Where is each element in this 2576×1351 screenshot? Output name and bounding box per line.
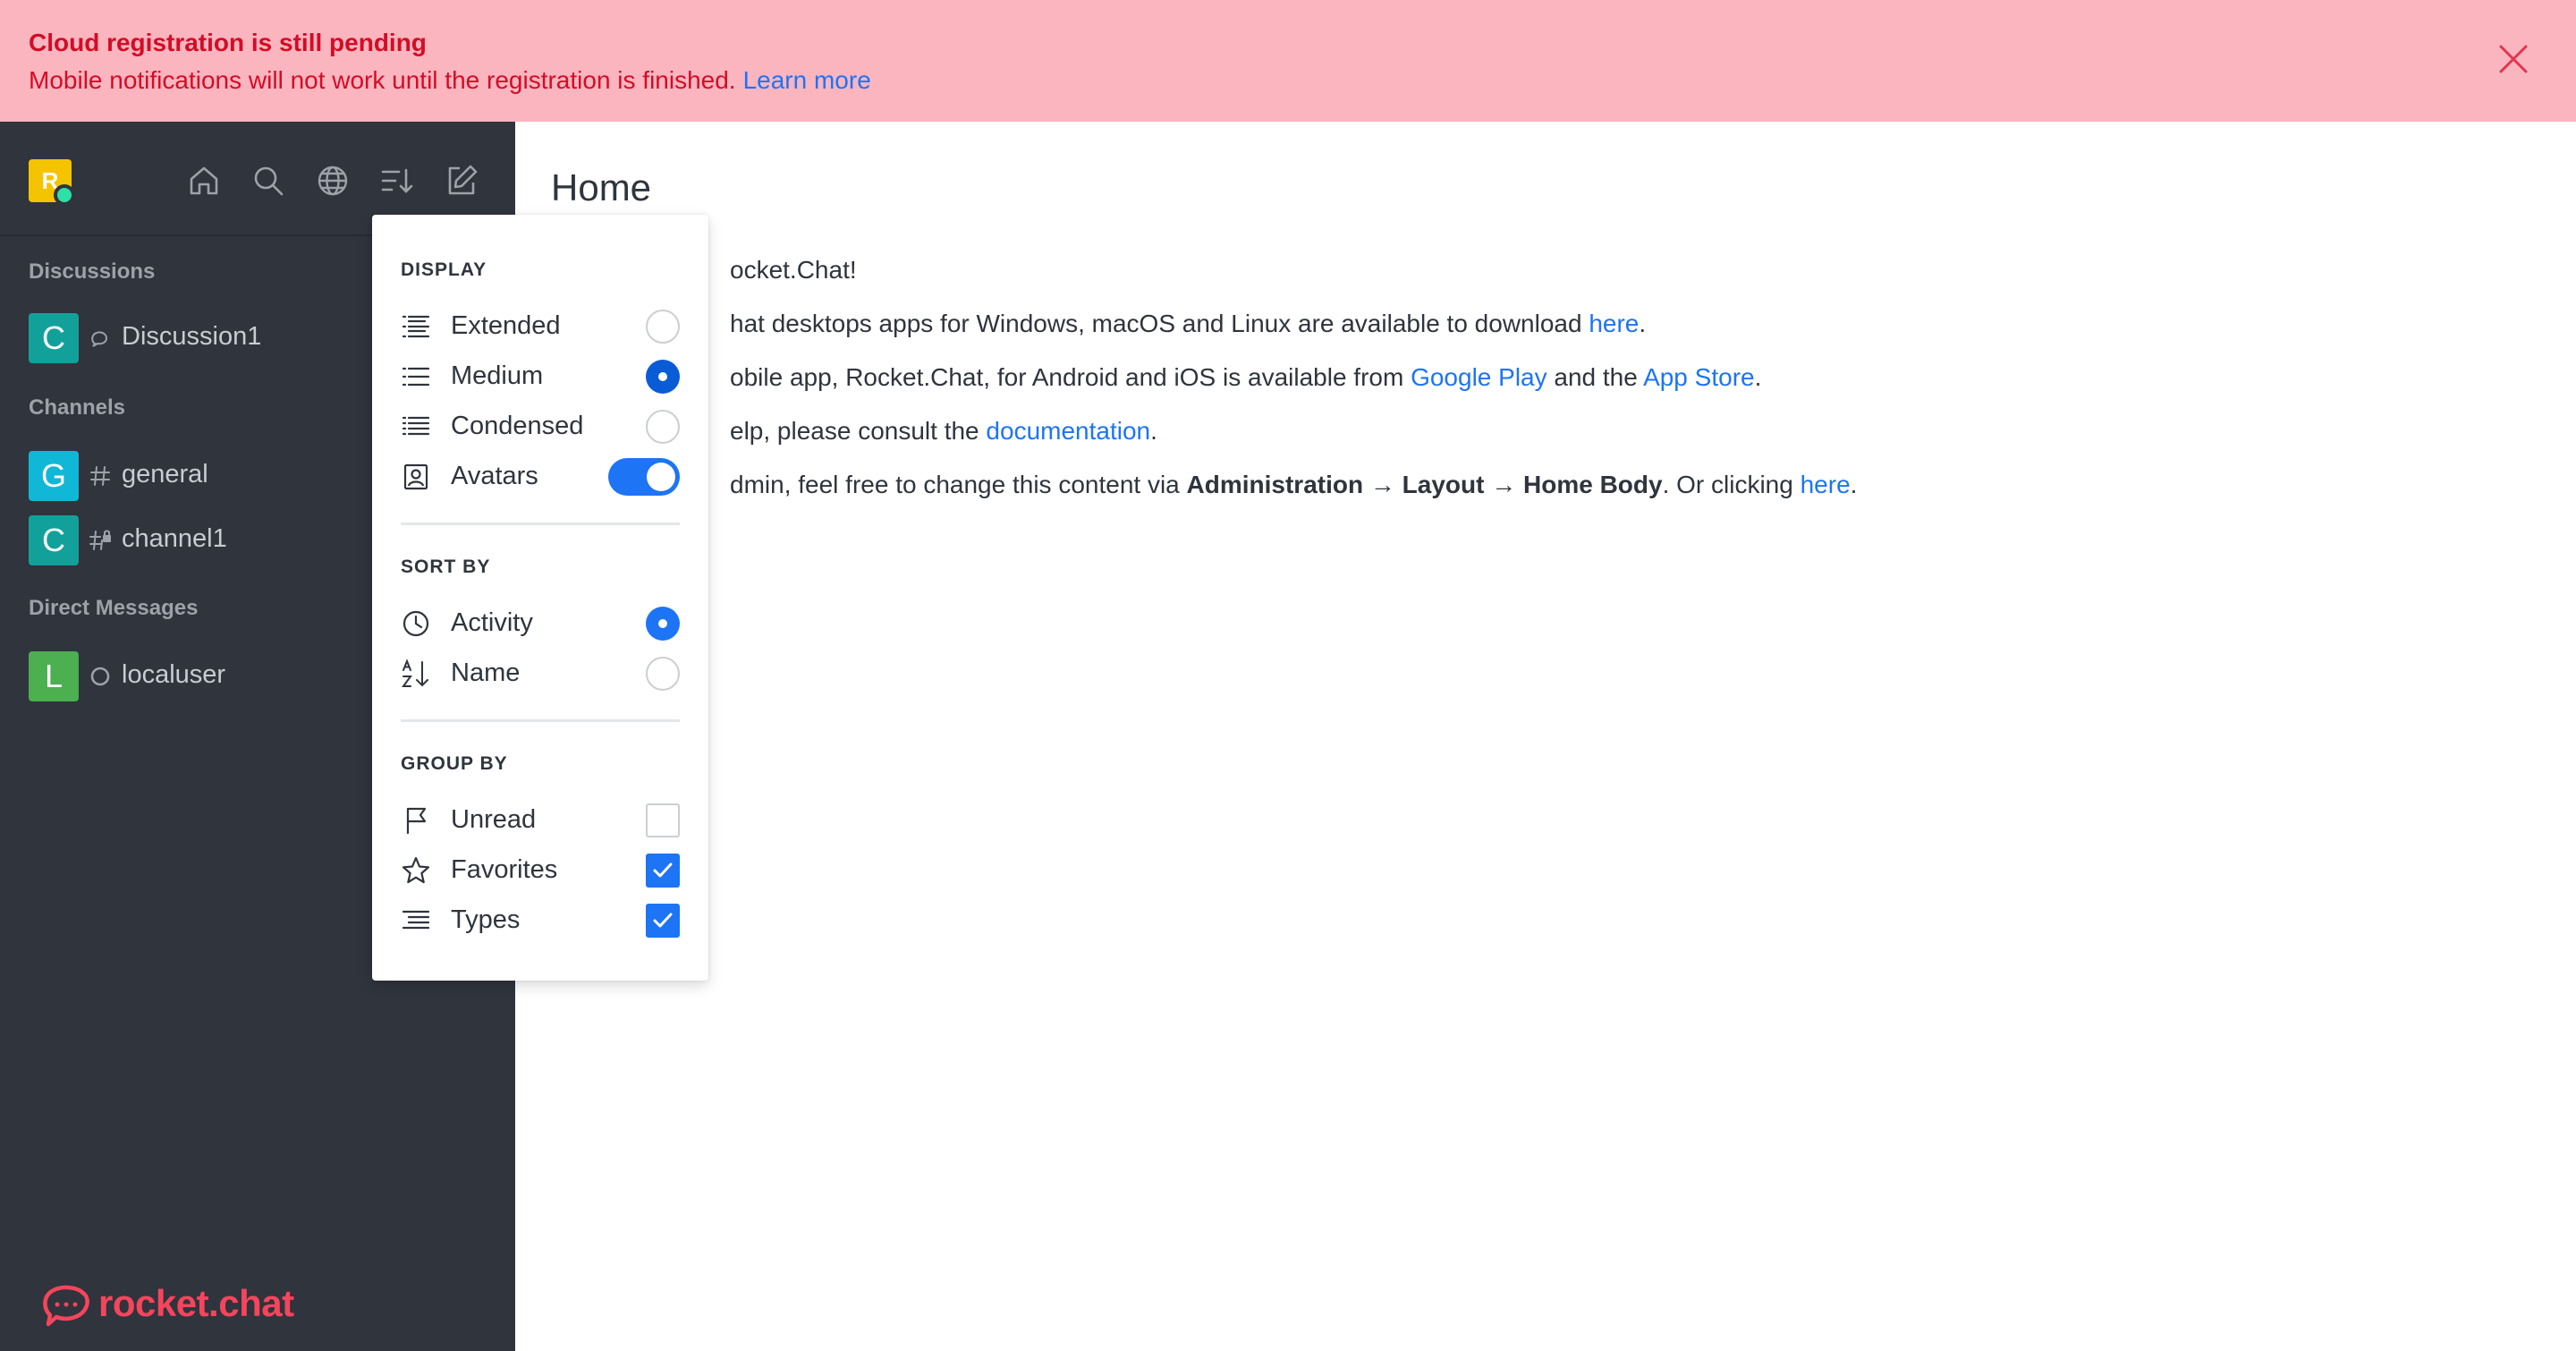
home-text-bold: Layout [1402,471,1485,498]
home-text: → [1363,471,1402,498]
avatars-toggle[interactable] [608,458,680,496]
banner-title: Cloud registration is still pending [29,29,427,56]
close-icon[interactable] [2496,41,2531,77]
flag-icon [406,807,427,835]
group-types-option[interactable]: Types [401,896,680,943]
option-label: Avatars [451,462,538,490]
sort-activity-option[interactable]: Activity [401,599,680,646]
types-checkbox[interactable] [646,904,680,938]
documentation-link[interactable]: documentation [986,417,1150,445]
home-text-line: obile app, Rocket.Chat, for Android and … [551,363,1761,392]
home-text: . [1754,363,1762,391]
group-unread-option[interactable]: Unread [401,796,680,843]
home-text-bold: Home Body [1523,471,1663,498]
download-here-link[interactable]: here [1589,310,1639,337]
home-text: . Or clicking [1662,471,1801,498]
discussion-icon [91,331,108,347]
sidebar-item-label: localuser [122,660,226,689]
google-play-link[interactable]: Google Play [1411,363,1547,391]
banner-text: Mobile notifications will not work until… [29,66,736,94]
home-text: hat desktops apps for Windows, macOS and… [730,310,1589,337]
home-text-line: hat desktops apps for Windows, macOS and… [551,310,1646,338]
extended-radio[interactable] [646,310,680,344]
group-favorites-option[interactable]: Favorites [401,846,680,893]
unread-checkbox[interactable] [646,803,680,837]
banner-message: Mobile notifications will not work until… [29,63,2547,98]
types-list-icon [402,910,430,930]
sidebar-item-label: general [122,460,208,489]
home-text: elp, please consult the [730,417,987,445]
list-extended-icon [402,315,430,338]
avatar: C [29,313,79,363]
home-text: . [1639,310,1647,337]
learn-more-link[interactable]: Learn more [743,66,871,94]
brand-logo-text: rocket.chat [98,1282,294,1324]
clock-icon [402,610,429,637]
group-section-title: GROUP BY [401,753,508,774]
activity-radio[interactable] [646,607,680,641]
favorites-checkbox[interactable] [646,854,680,888]
main-content: Home ocket.Chat! hat desktops apps for W… [515,122,2576,1351]
status-online-icon [54,184,75,206]
divider [401,523,680,525]
option-label: Unread [451,805,537,834]
directory-globe-icon[interactable] [313,161,352,200]
display-medium-option[interactable]: Medium [401,353,680,399]
display-section-title: DISPLAY [401,259,487,280]
hashtag-icon [90,466,110,486]
avatar: C [29,515,79,565]
app-store-link[interactable]: App Store [1643,363,1755,391]
list-condensed-icon [402,416,430,436]
option-label: Favorites [451,855,558,884]
section-discussions: Discussions [29,259,156,284]
option-label: Extended [451,311,561,340]
home-text: obile app, Rocket.Chat, for Android and … [730,363,1411,391]
avatar-icon [403,463,428,490]
star-icon [402,856,430,884]
sidebar-item-label: Discussion1 [122,322,262,351]
option-label: Medium [451,361,544,390]
avatar: G [29,451,79,501]
home-text: dmin, feel free to change this content v… [730,471,1187,498]
option-label: Activity [451,608,533,637]
display-condensed-option[interactable]: Condensed [401,403,680,449]
sort-icon[interactable] [377,161,417,200]
list-medium-icon [402,367,430,387]
medium-radio[interactable] [646,360,680,394]
sort-az-icon [402,659,428,687]
home-text: → [1484,471,1523,498]
registration-banner: Cloud registration is still pending Mobi… [0,0,2576,122]
admin-here-link[interactable]: here [1801,471,1851,498]
avatar: L [29,651,79,701]
home-icon[interactable] [184,161,224,200]
check-icon [653,862,673,878]
option-label: Types [451,905,521,934]
home-text: and the [1546,363,1644,391]
section-direct-messages: Direct Messages [29,596,199,620]
status-offline-icon [90,667,110,686]
home-text: ocket.Chat! [730,256,857,284]
display-avatars-option[interactable]: Avatars [401,453,680,499]
sort-name-option[interactable]: Name [401,650,680,696]
search-icon[interactable] [249,161,288,200]
divider [401,719,680,722]
rocket-chat-logo-icon [43,1285,89,1327]
create-new-icon[interactable] [442,161,481,200]
home-text: . [1150,417,1157,445]
condensed-radio[interactable] [646,410,680,444]
check-icon [653,913,673,928]
sort-section-title: SORT BY [401,557,491,577]
section-channels: Channels [29,395,126,420]
name-radio[interactable] [646,657,680,691]
option-label: Name [451,659,521,687]
home-text: . [1850,471,1858,498]
sidebar-item-label: channel1 [122,524,227,553]
home-text-line: dmin, feel free to change this content v… [551,471,1857,499]
sort-display-menu: DISPLAY Extended Medium Condensed Avatar… [372,215,708,981]
page-title: Home [551,166,652,208]
option-label: Condensed [451,412,584,440]
hashtag-lock-icon [89,530,111,550]
home-text-bold: Administration [1186,471,1364,498]
display-extended-option[interactable]: Extended [401,302,680,349]
